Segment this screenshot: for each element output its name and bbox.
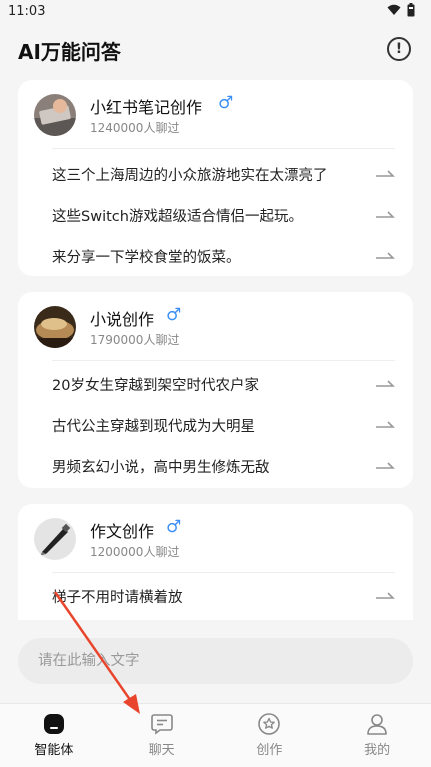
- prompt-text: 这三个上海周边的小众旅游地实在太漂亮了: [52, 167, 328, 184]
- app-header: AI万能问答 !: [0, 30, 431, 70]
- arrow-right-icon: [376, 421, 395, 428]
- card-header[interactable]: 小说创作 ♂ 1790000人聊过: [18, 292, 413, 362]
- status-icons: [387, 3, 415, 17]
- tab-profile[interactable]: 我的: [323, 704, 431, 767]
- battery-icon: [407, 3, 415, 17]
- male-icon: ♂: [166, 305, 182, 325]
- avatar: [34, 306, 76, 348]
- arrow-right-icon: [376, 380, 395, 387]
- avatar: [34, 518, 76, 560]
- prompt-text: 男频玄幻小说，高中男生修炼无敌: [52, 459, 270, 476]
- arrow-right-icon: [376, 462, 395, 469]
- status-bar: 11:03: [0, 0, 431, 26]
- divider: [52, 360, 395, 361]
- chat-count: 1200000人聊过: [90, 545, 180, 559]
- info-button[interactable]: !: [387, 37, 411, 61]
- prompt-item[interactable]: 来分享一下学校食堂的饭菜。: [52, 236, 395, 276]
- tab-label: 聊天: [148, 743, 175, 758]
- tab-chat[interactable]: 聊天: [108, 704, 216, 767]
- tab-create[interactable]: 创作: [216, 704, 324, 767]
- agent-icon: [43, 714, 64, 734]
- prompt-text: 古代公主穿越到现代成为大明星: [52, 418, 255, 435]
- wifi-icon: [387, 4, 401, 15]
- prompt-item[interactable]: 男频玄幻小说，高中男生修炼无敌: [52, 446, 395, 486]
- prompt-item[interactable]: 这三个上海周边的小众旅游地实在太漂亮了: [52, 154, 395, 194]
- prompt-item[interactable]: 古代公主穿越到现代成为大明星: [52, 405, 395, 445]
- agent-card-novel[interactable]: 小说创作 ♂ 1790000人聊过 20岁女生穿越到架空时代农户家 古代公主穿越…: [18, 292, 413, 488]
- divider: [52, 148, 395, 149]
- male-icon: ♂: [166, 517, 182, 537]
- card-list[interactable]: 小红书笔记创作 ♂ 1240000人聊过 这三个上海周边的小众旅游地实在太漂亮了…: [0, 80, 431, 620]
- page-title: AI万能问答: [18, 40, 121, 64]
- arrow-right-icon: [376, 170, 395, 177]
- agent-card-essay[interactable]: 作文创作 ♂ 1200000人聊过 梯子不用时请横着放: [18, 504, 413, 620]
- card-title: 小红书笔记创作: [90, 98, 203, 117]
- prompt-text: 梯子不用时请横着放: [52, 589, 183, 606]
- prompt-text: 来分享一下学校食堂的饭菜。: [52, 249, 241, 266]
- card-header[interactable]: 小红书笔记创作 ♂ 1240000人聊过: [18, 80, 413, 150]
- prompt-item[interactable]: 梯子不用时请横着放: [52, 576, 395, 616]
- tab-label: 我的: [364, 743, 391, 758]
- arrow-right-icon: [376, 211, 395, 218]
- profile-icon: [367, 714, 387, 735]
- create-icon: [258, 713, 281, 735]
- tab-label: 创作: [256, 743, 283, 758]
- bottom-tab-bar: 智能体 聊天 创作 我的: [0, 703, 431, 767]
- tab-label: 智能体: [34, 743, 74, 758]
- card-header[interactable]: 作文创作 ♂ 1200000人聊过: [18, 504, 413, 574]
- agent-card-xiaohongshu[interactable]: 小红书笔记创作 ♂ 1240000人聊过 这三个上海周边的小众旅游地实在太漂亮了…: [18, 80, 413, 276]
- chat-count: 1240000人聊过: [90, 121, 180, 135]
- divider: [52, 572, 395, 573]
- prompt-item[interactable]: 这些Switch游戏超级适合情侣一起玩。: [52, 195, 395, 235]
- avatar: [34, 94, 76, 136]
- male-icon: ♂: [218, 93, 234, 113]
- prompt-text: 这些Switch游戏超级适合情侣一起玩。: [52, 208, 303, 225]
- info-icon: !: [395, 41, 403, 57]
- arrow-right-icon: [376, 252, 395, 259]
- card-title: 作文创作: [90, 522, 155, 541]
- prompt-text: 20岁女生穿越到架空时代农户家: [52, 377, 259, 394]
- arrow-right-icon: [376, 592, 395, 599]
- card-title: 小说创作: [90, 310, 155, 329]
- status-time: 11:03: [8, 4, 46, 19]
- prompt-item[interactable]: 20岁女生穿越到架空时代农户家: [52, 364, 395, 404]
- tab-agent[interactable]: 智能体: [0, 704, 108, 767]
- message-input-bar[interactable]: [18, 638, 413, 684]
- message-input[interactable]: [18, 638, 413, 684]
- chat-icon: [150, 714, 173, 735]
- chat-count: 1790000人聊过: [90, 333, 180, 347]
